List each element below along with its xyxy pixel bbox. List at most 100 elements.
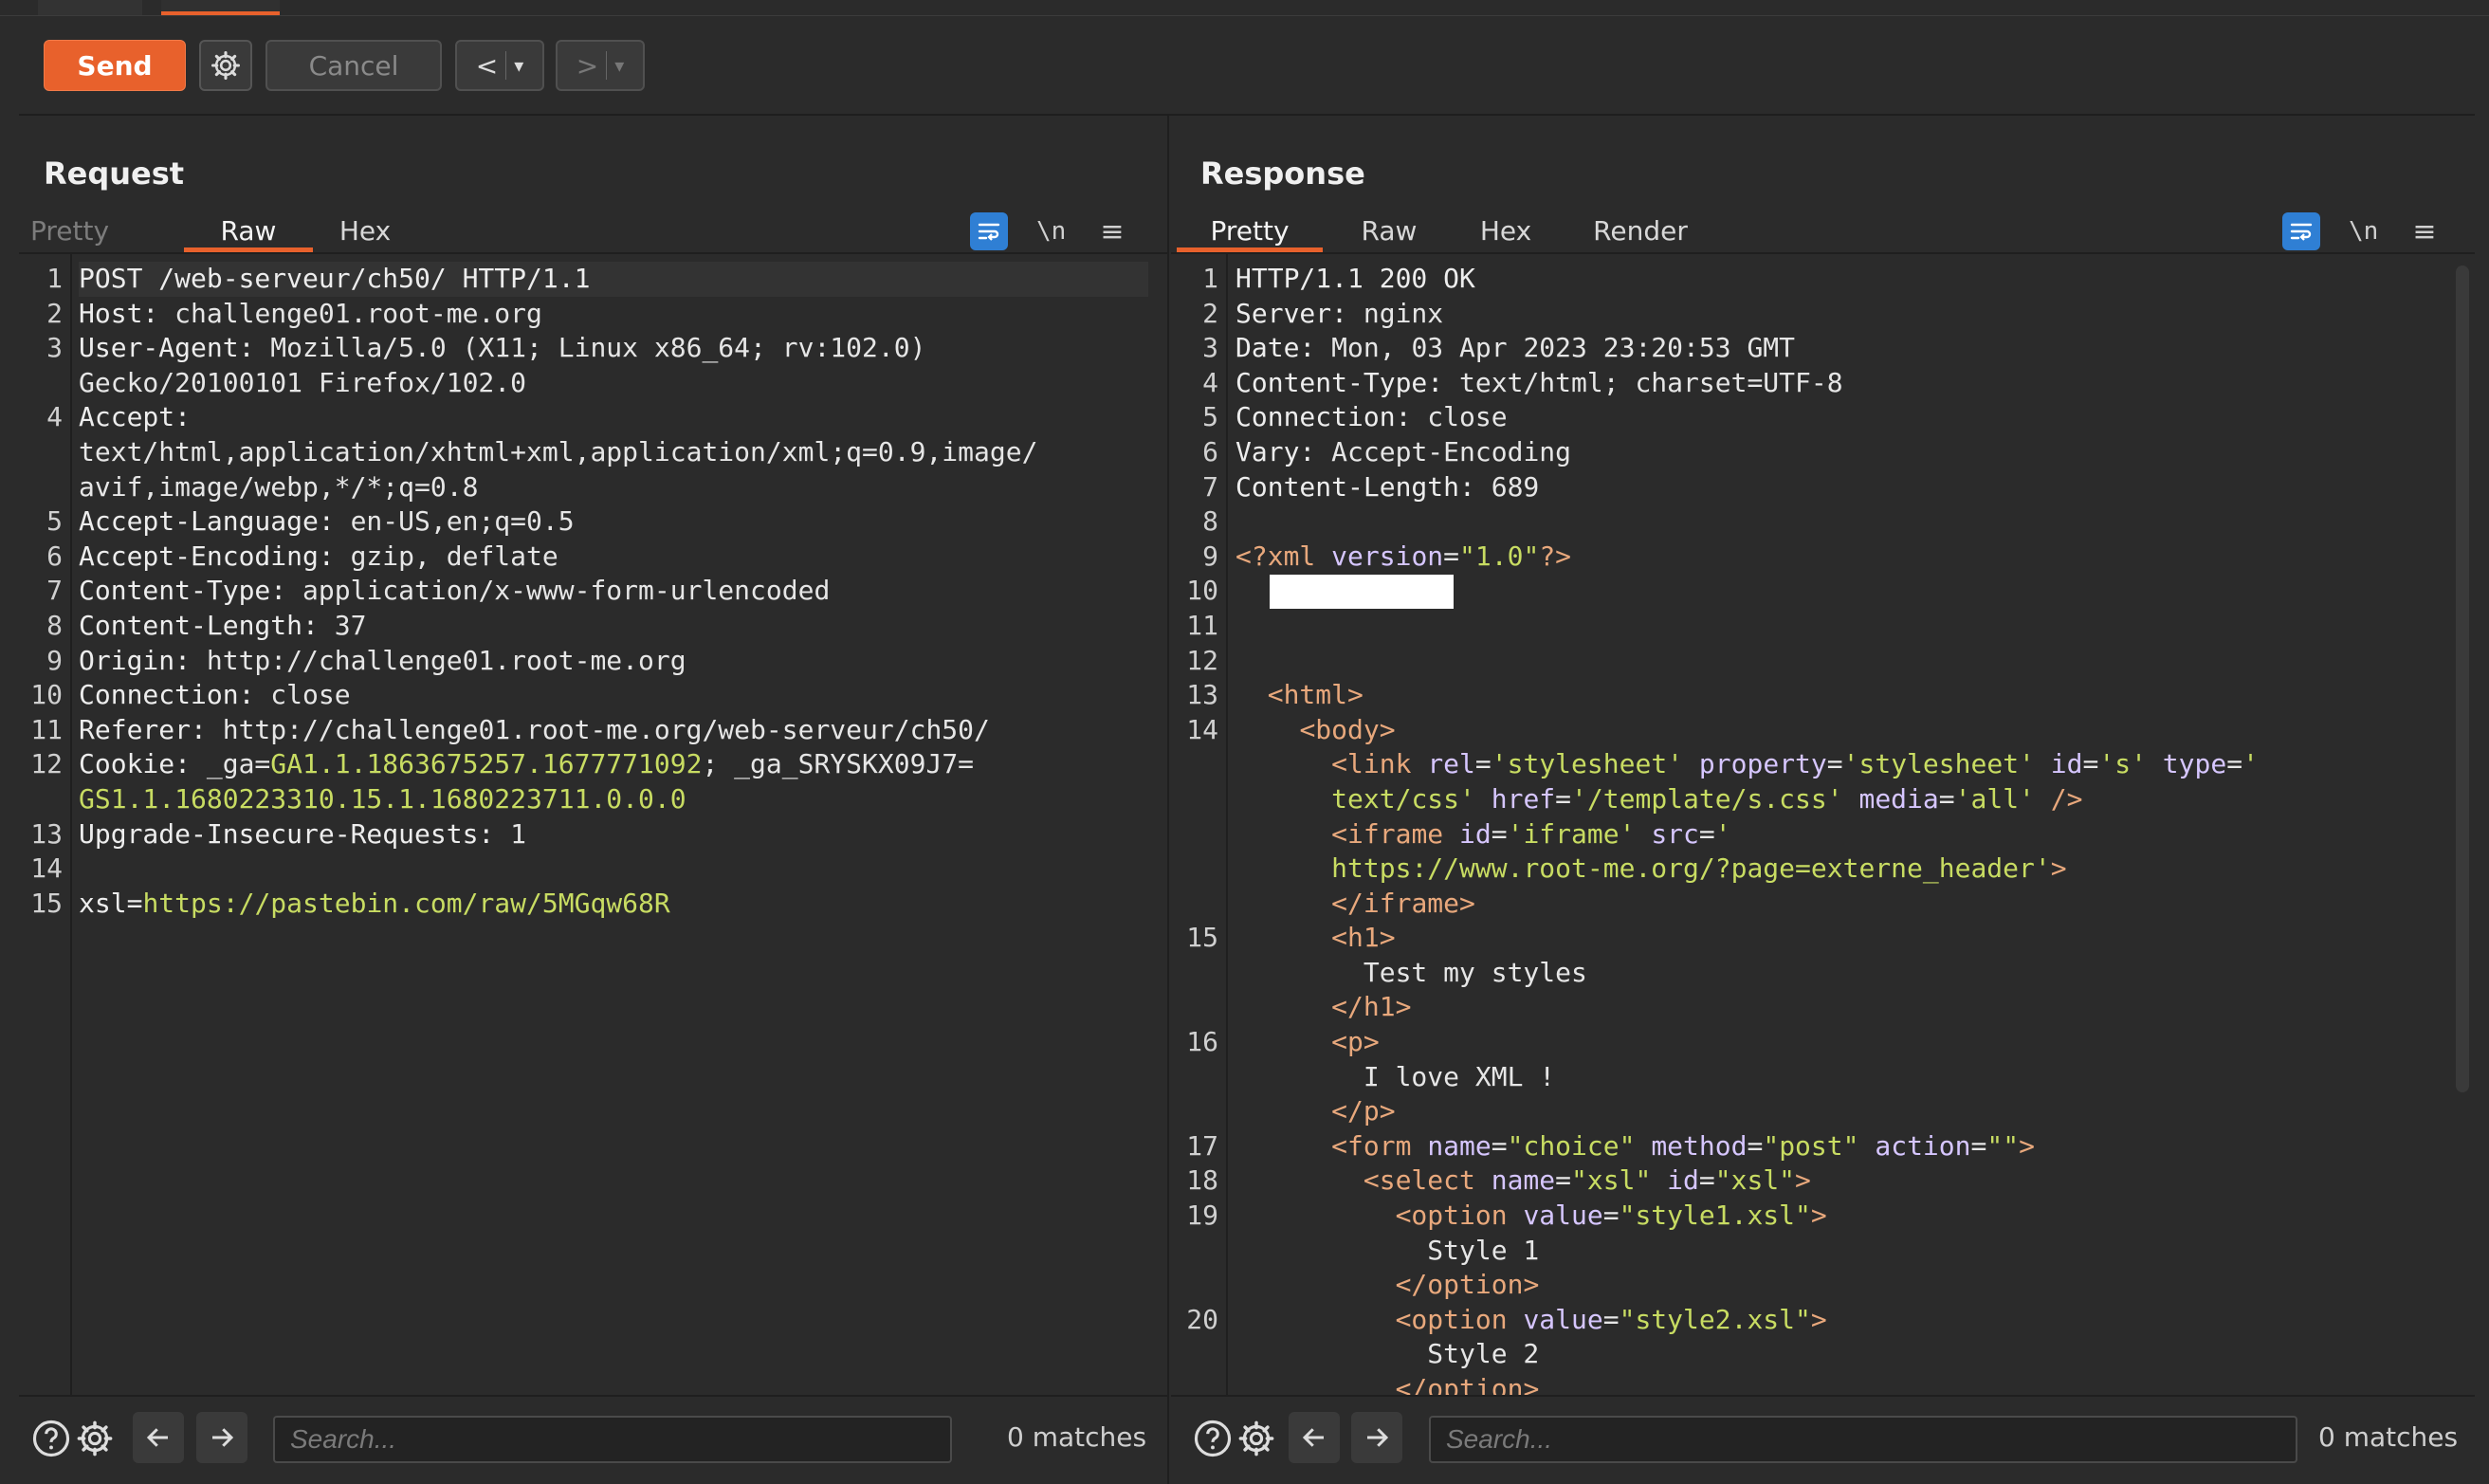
vertical-scrollbar[interactable] [2456, 266, 2469, 1092]
code-token: = [1491, 1129, 1508, 1162]
code-line[interactable]: GS1.1.1680223310.15.1.1680223711.0.0.0 [19, 782, 1148, 817]
code-line[interactable]: Style 2 [1171, 1337, 2456, 1372]
search-settings-button[interactable] [1234, 1416, 1279, 1461]
code-line[interactable]: 15 <h1> [1171, 921, 2456, 956]
code-line[interactable]: 1 POST /web-serveur/ch50/ HTTP/1.1 [19, 262, 1148, 297]
history-forward-button[interactable]: > ▾ [556, 40, 645, 91]
code-text: https://www.root-me.org/?page=externe_he… [1235, 852, 2066, 887]
menu-icon[interactable]: ≡ [2412, 215, 2436, 248]
code-line[interactable]: 10 [1171, 574, 2456, 610]
code-line[interactable]: 5 Accept-Language: en-US,en;q=0.5 [19, 504, 1148, 540]
code-line[interactable]: 14 <body> [1171, 713, 2456, 748]
code-token: <iframe [1331, 817, 1460, 850]
tab-hex[interactable]: Hex [1463, 203, 1548, 252]
code-line[interactable]: </option> [1171, 1372, 2456, 1397]
code-line[interactable]: 6 Accept-Encoding: gzip, deflate [19, 540, 1148, 575]
code-line[interactable]: </option> [1171, 1268, 2456, 1303]
settings-button[interactable] [199, 40, 252, 91]
code-line[interactable]: 2 Host: challenge01.root-me.org [19, 297, 1148, 332]
search-input[interactable] [273, 1416, 952, 1463]
code-line[interactable]: Style 1 [1171, 1234, 2456, 1269]
previous-match-button[interactable] [1289, 1412, 1340, 1463]
code-line[interactable]: 3 User-Agent: Mozilla/5.0 (X11; Linux x86… [19, 331, 1148, 366]
chevron-down-icon[interactable]: ▾ [614, 54, 624, 77]
search-input[interactable] [1429, 1416, 2297, 1463]
code-line[interactable]: 14 [19, 852, 1148, 887]
wrap-lines-button[interactable] [2282, 212, 2320, 250]
code-line[interactable]: 11 Referer: http://challenge01.root-me.or… [19, 713, 1148, 748]
history-back-button[interactable]: < ▾ [455, 40, 544, 91]
tab-render[interactable]: Render [1569, 203, 1711, 252]
code-line[interactable]: 4 Accept: [19, 400, 1148, 435]
tab-raw[interactable]: Raw [1342, 203, 1437, 252]
code-line[interactable]: 13 Upgrade-Insecure-Requests: 1 [19, 817, 1148, 852]
code-line[interactable]: 12 Cookie: _ga=GA1.1.1863675257.167777109… [19, 747, 1148, 782]
tab-active[interactable] [161, 0, 280, 15]
code-line[interactable]: Gecko/20100101 Firefox/102.0 [19, 366, 1148, 401]
code-line[interactable]: <iframe id='iframe' src=' [1171, 817, 2456, 852]
code-line[interactable]: 2 Server: nginx [1171, 297, 2456, 332]
code-line[interactable]: 11 [1171, 609, 2456, 644]
code-line[interactable]: 13 <html> [1171, 678, 2456, 713]
code-line[interactable]: 9 Origin: http://challenge01.root-me.org [19, 644, 1148, 679]
tab-raw[interactable]: Raw [184, 203, 313, 252]
chevron-down-icon[interactable]: ▾ [514, 54, 523, 77]
code-line[interactable]: 4 Content-Type: text/html; charset=UTF-8 [1171, 366, 2456, 401]
code-line[interactable]: 9 <?xml version="1.0"?> [1171, 540, 2456, 575]
next-match-button[interactable] [196, 1412, 247, 1463]
request-editor[interactable]: 1 POST /web-serveur/ch50/ HTTP/1.1 2 Host: … [19, 254, 1167, 1397]
code-line[interactable]: avif,image/webp,*/*;q=0.8 [19, 470, 1148, 505]
tab-pretty[interactable]: Pretty [1177, 203, 1323, 252]
code-line[interactable]: Test my styles [1171, 956, 2456, 991]
tab-previous[interactable] [38, 0, 142, 15]
code-line[interactable]: 7 Content-Length: 689 [1171, 470, 2456, 505]
show-newlines-button[interactable]: \n [2349, 217, 2378, 246]
tab-hex[interactable]: Hex [322, 203, 408, 252]
code-line[interactable]: </p> [1171, 1094, 2456, 1129]
code-line[interactable]: I love XML ! [1171, 1060, 2456, 1095]
code-line[interactable]: 16 <p> [1171, 1025, 2456, 1060]
help-button[interactable] [1190, 1416, 1235, 1461]
code-token: close [270, 679, 351, 711]
code-token: <body> [1299, 713, 1396, 745]
code-token: _ga= [206, 748, 271, 780]
code-line[interactable]: 7 Content-Type: application/x-www-form-ur… [19, 574, 1148, 609]
code-line[interactable]: 1 HTTP/1.1 200 OK [1171, 262, 2456, 297]
tab-pretty[interactable]: Pretty [30, 203, 109, 252]
next-match-button[interactable] [1351, 1412, 1402, 1463]
wrap-lines-button[interactable] [970, 212, 1008, 250]
code-line[interactable]: 10 Connection: close [19, 678, 1148, 713]
previous-match-button[interactable] [133, 1412, 184, 1463]
code-line[interactable]: 5 Connection: close [1171, 400, 2456, 435]
menu-icon[interactable]: ≡ [1100, 215, 1124, 248]
code-line[interactable]: 20 <option value="style2.xsl"> [1171, 1303, 2456, 1338]
code-line[interactable]: </iframe> [1171, 887, 2456, 922]
code-text: <option value="style2.xsl"> [1235, 1303, 1827, 1338]
code-line[interactable]: 8 [1171, 504, 2456, 540]
code-line[interactable]: <link rel='stylesheet' property='stylesh… [1171, 747, 2456, 782]
arrow-left-icon: < [475, 49, 499, 82]
code-line[interactable]: 6 Vary: Accept-Encoding [1171, 435, 2456, 470]
response-editor[interactable]: 1 HTTP/1.1 200 OK 2 Server: nginx 3 Date: Mon… [1171, 254, 2475, 1397]
send-button[interactable]: Send [44, 40, 186, 91]
cancel-button[interactable]: Cancel [265, 40, 442, 91]
code-line[interactable]: 18 <select name="xsl" id="xsl"> [1171, 1163, 2456, 1199]
show-newlines-button[interactable]: \n [1036, 217, 1066, 246]
code-line[interactable]: https://www.root-me.org/?page=externe_he… [1171, 852, 2456, 887]
code-line[interactable]: 19 <option value="style1.xsl"> [1171, 1199, 2456, 1234]
help-button[interactable] [28, 1416, 74, 1461]
code-line[interactable]: 15 xsl=https://pastebin.com/raw/5MGqw68R [19, 887, 1148, 922]
code-line[interactable]: 3 Date: Mon, 03 Apr 2023 23:20:53 GMT [1171, 331, 2456, 366]
code-line[interactable]: text/html,application/xhtml+xml,applicat… [19, 435, 1148, 470]
code-line[interactable]: 17 <form name="choice" method="post" act… [1171, 1129, 2456, 1164]
line-number: 20 [1186, 1303, 1218, 1335]
search-settings-button[interactable] [72, 1416, 118, 1461]
code-line[interactable]: 8 Content-Length: 37 [19, 609, 1148, 644]
code-line[interactable]: text/css' href='/template/s.css' media='… [1171, 782, 2456, 817]
code-line[interactable]: </h1> [1171, 990, 2456, 1025]
code-token: 'iframe' [1507, 817, 1652, 850]
code-line[interactable]: 12 [1171, 644, 2456, 679]
line-number: 11 [30, 713, 63, 745]
